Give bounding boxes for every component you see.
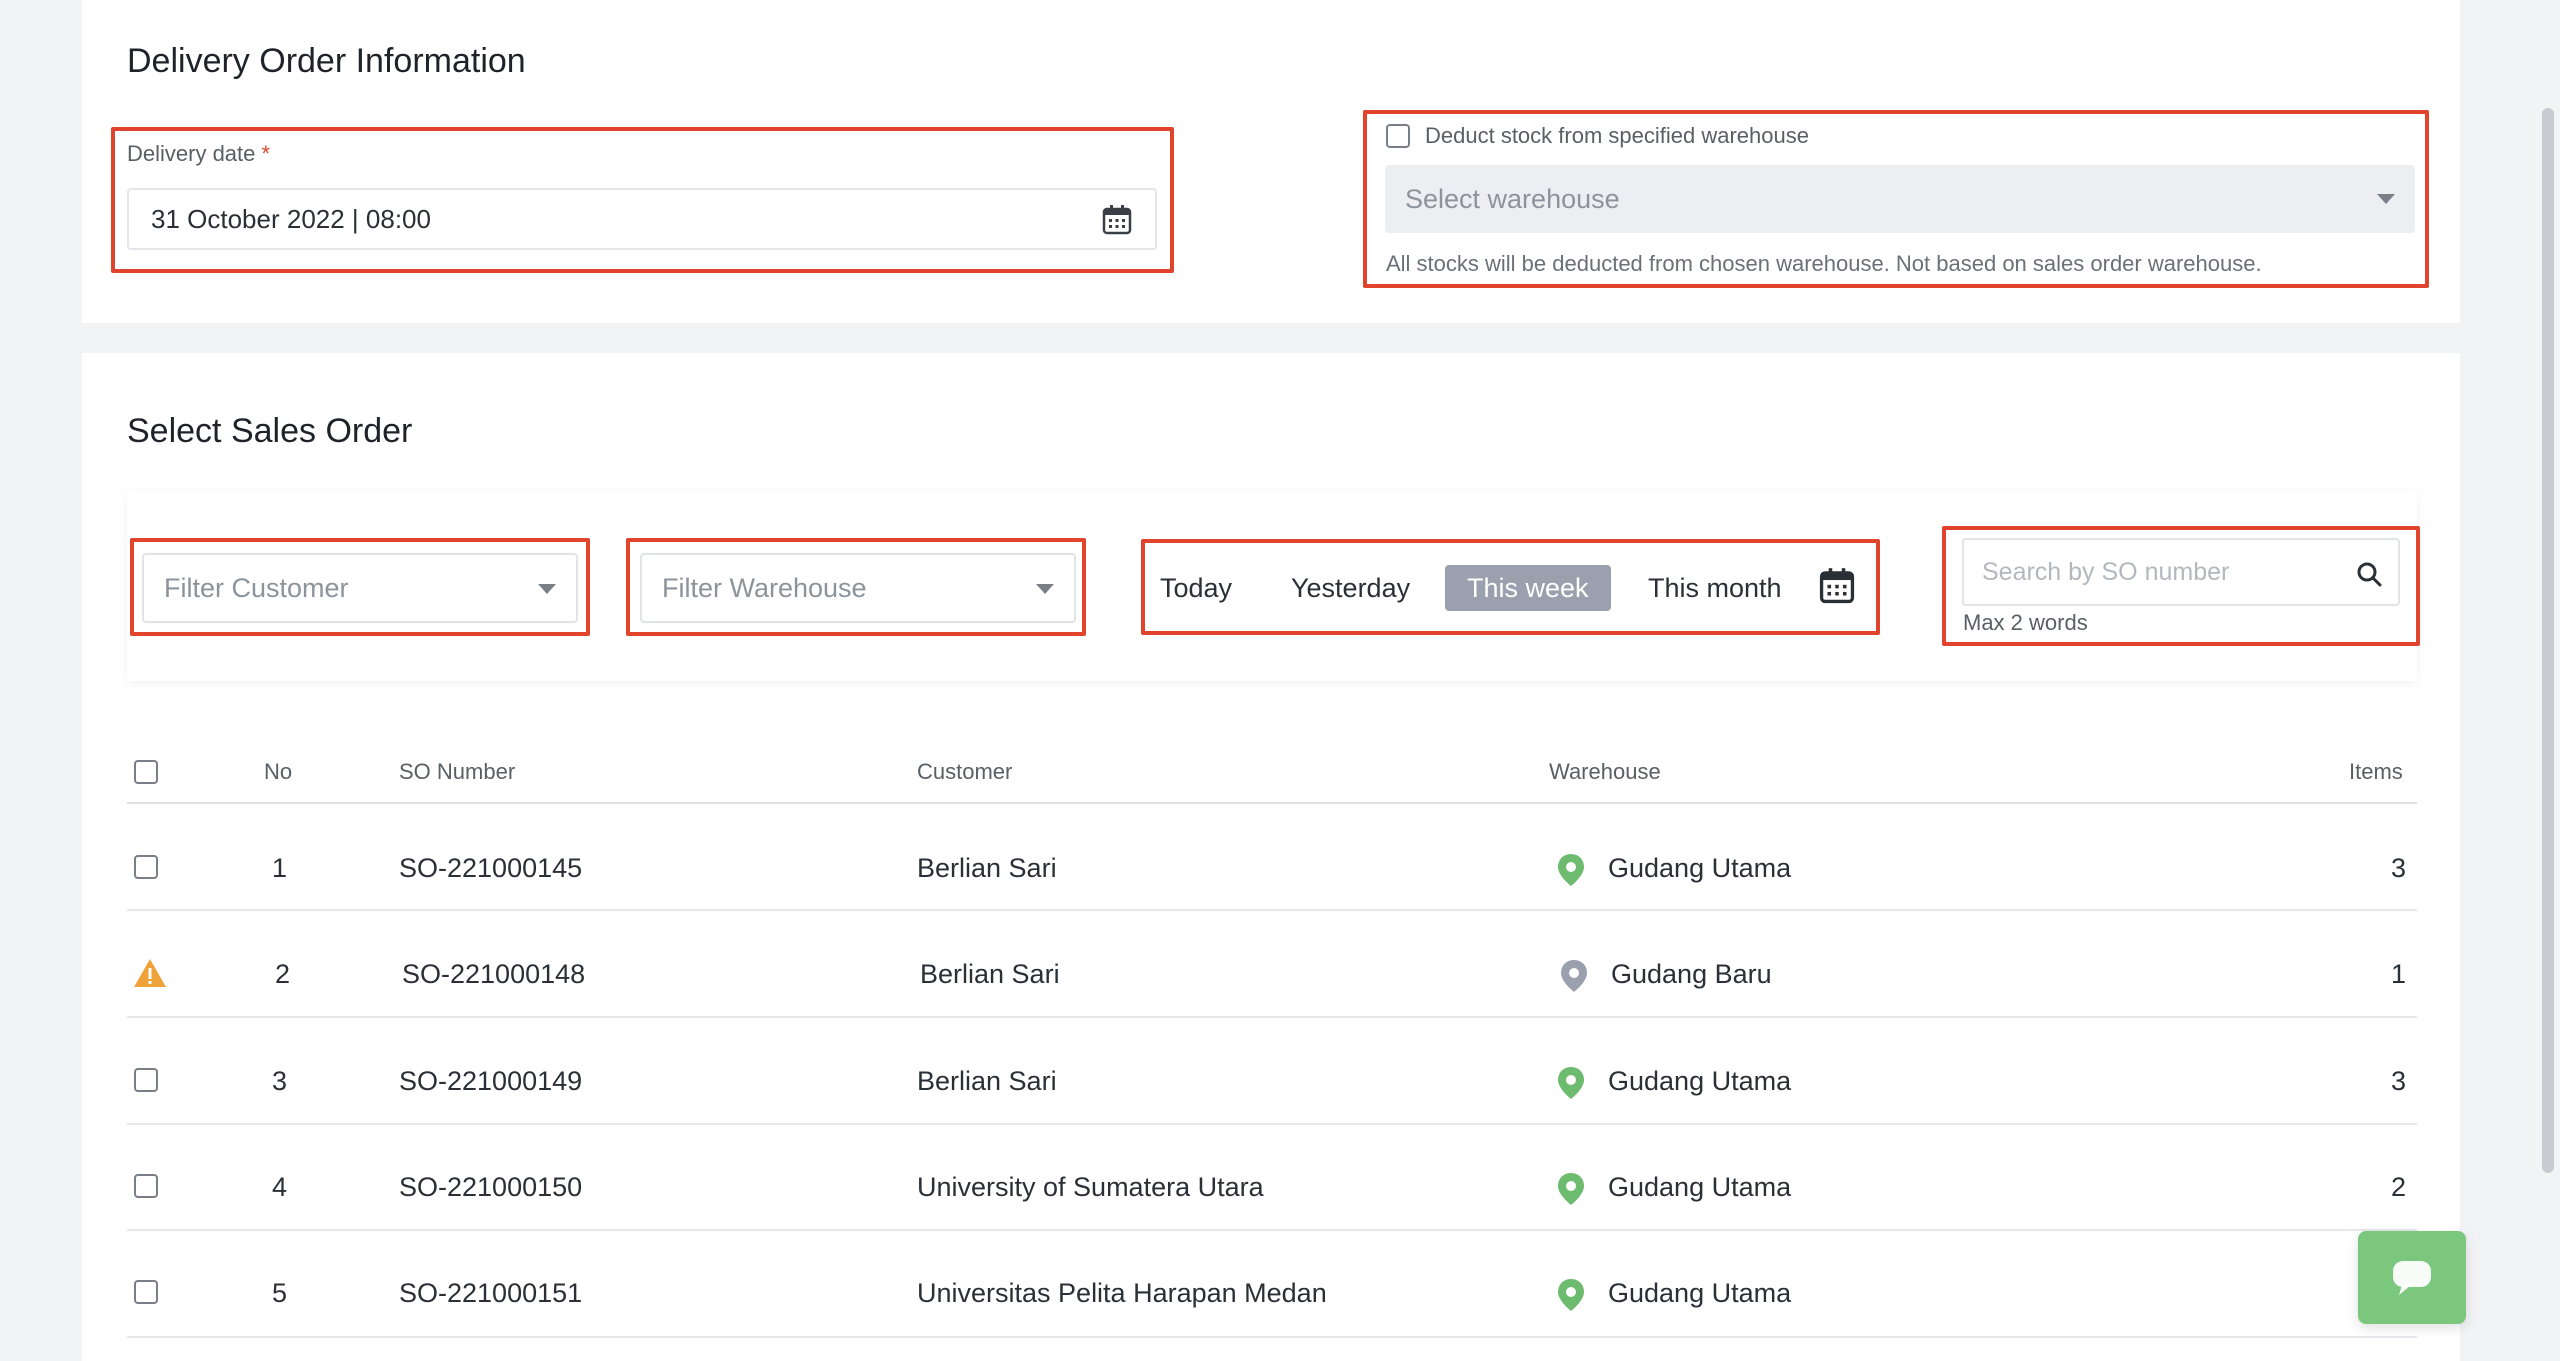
row-warehouse: Gudang Utama [1608,853,1792,883]
warehouse-hint: All stocks will be deducted from chosen … [1386,251,2262,276]
row-no: 3 [272,1066,288,1096]
column-header-items: Items [2349,759,2403,784]
location-pin-icon [1558,1279,1584,1311]
row-no: 4 [272,1172,288,1202]
row-items: 1 [2391,959,2407,989]
delivery-date-label-text: Delivery date [127,141,256,166]
row-no: 1 [272,853,288,883]
required-mark: * [261,141,271,166]
row-items: 3 [2391,853,2407,883]
calendar-icon[interactable] [1101,204,1133,236]
chevron-down-icon [538,584,556,594]
row-warehouse: Gudang Utama [1608,1066,1792,1096]
row-customer: Berlian Sari [917,853,1057,883]
row-checkbox[interactable] [134,1174,158,1198]
row-so-number: SO-221000151 [399,1278,583,1308]
column-header-so-number: SO Number [399,759,516,784]
row-so-number: SO-221000149 [399,1066,583,1096]
select-sales-order-title: Select Sales Order [127,412,413,450]
row-customer: University of Sumatera Utara [917,1172,1264,1202]
row-warehouse: Gudang Baru [1611,959,1772,989]
column-header-no: No [264,759,293,784]
scrollbar-thumb[interactable] [2542,108,2554,1173]
warning-icon [134,959,166,987]
delivery-date-input[interactable]: 31 October 2022 | 08:00 [127,188,1157,250]
chat-icon [2393,1261,2431,1295]
row-items: 2 [2391,1172,2407,1202]
delivery-order-info-title: Delivery Order Information [127,42,526,80]
chevron-down-icon [2377,194,2395,204]
column-header-customer: Customer [917,759,1013,784]
row-checkbox[interactable] [134,1068,158,1092]
row-customer: Universitas Pelita Harapan Medan [917,1278,1327,1308]
row-so-number: SO-221000148 [402,959,586,989]
filter-customer-placeholder: Filter Customer [164,572,349,603]
deduct-stock-label: Deduct stock from specified warehouse [1425,123,1809,148]
deduct-stock-checkbox[interactable] [1386,124,1410,148]
range-today[interactable]: Today [1160,565,1232,611]
select-all-checkbox[interactable] [134,760,158,784]
range-yesterday[interactable]: Yesterday [1291,565,1410,611]
warehouse-select-placeholder: Select warehouse [1405,183,1620,214]
table-header-divider [127,802,2417,804]
search-so-input[interactable]: Search by SO number [1962,538,2400,606]
filter-customer-select[interactable]: Filter Customer [142,553,578,623]
row-divider [127,909,2417,911]
delivery-date-label: Delivery date * [127,141,270,167]
filter-warehouse-placeholder: Filter Warehouse [662,572,867,603]
chat-button[interactable] [2358,1231,2466,1324]
location-pin-icon [1561,960,1587,992]
filter-warehouse-select[interactable]: Filter Warehouse [640,553,1076,623]
column-header-warehouse: Warehouse [1549,759,1661,784]
row-no: 2 [275,959,291,989]
row-customer: Berlian Sari [917,1066,1057,1096]
delivery-date-value: 31 October 2022 | 08:00 [151,203,431,234]
location-pin-icon [1558,1173,1584,1205]
range-this-week[interactable]: This week [1445,565,1611,611]
row-items: 3 [2391,1066,2407,1096]
calendar-icon[interactable] [1818,567,1856,605]
chevron-down-icon [1036,584,1054,594]
row-checkbox[interactable] [134,1280,158,1304]
location-pin-icon [1558,854,1584,886]
row-warehouse: Gudang Utama [1608,1172,1792,1202]
row-so-number: SO-221000150 [399,1172,583,1202]
warehouse-select[interactable]: Select warehouse [1385,165,2415,233]
row-divider [127,1123,2417,1125]
search-icon[interactable] [2356,561,2382,587]
scrollbar[interactable] [2536,0,2560,1361]
range-this-month[interactable]: This month [1648,565,1782,611]
row-warehouse: Gudang Utama [1608,1278,1792,1308]
row-checkbox[interactable] [134,855,158,879]
row-no: 5 [272,1278,288,1308]
row-divider [127,1229,2417,1231]
search-hint: Max 2 words [1963,610,2088,635]
row-divider [127,1336,2417,1338]
row-so-number: SO-221000145 [399,853,583,883]
location-pin-icon [1558,1067,1584,1099]
row-customer: Berlian Sari [920,959,1060,989]
row-divider [127,1016,2417,1018]
search-so-placeholder: Search by SO number [1982,557,2230,586]
